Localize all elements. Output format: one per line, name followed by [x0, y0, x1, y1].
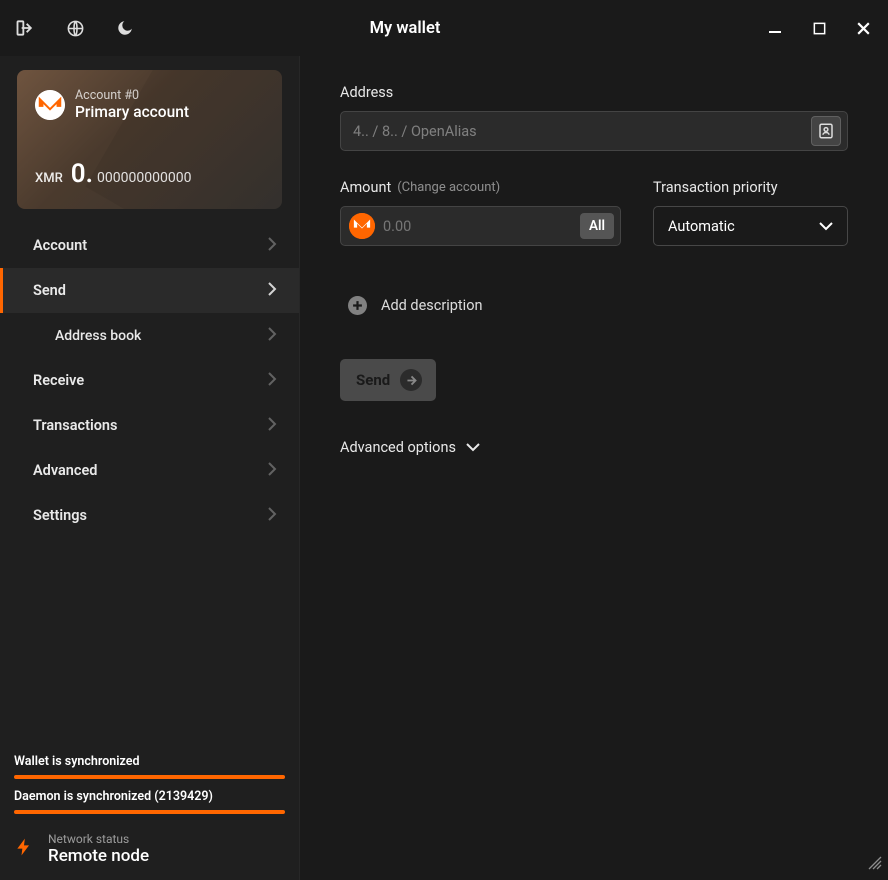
chevron-down-icon [819, 218, 833, 235]
nav-label: Send [33, 282, 66, 299]
address-label: Address [340, 84, 848, 101]
nav-label: Receive [33, 372, 84, 389]
balance-currency: XMR [35, 171, 63, 186]
address-book-button[interactable] [811, 116, 841, 146]
daemon-sync-bar [14, 810, 285, 814]
plus-icon [348, 296, 367, 315]
nav-account[interactable]: Account [0, 223, 299, 268]
account-name: Primary account [75, 103, 189, 121]
account-number-label: Account #0 [75, 88, 189, 103]
send-panel: Address Amount (Change account) All [300, 56, 888, 880]
send-button-label: Send [356, 371, 390, 389]
nav-label: Transactions [33, 417, 117, 434]
resize-handle[interactable] [868, 855, 882, 874]
address-input-wrap [340, 111, 848, 151]
close-button[interactable] [852, 17, 874, 39]
chevron-right-icon [267, 327, 277, 345]
chevron-right-icon [267, 372, 277, 390]
nav-transactions[interactable]: Transactions [0, 403, 299, 448]
nav-label: Address book [55, 328, 141, 344]
sidebar-status: Wallet is synchronized Daemon is synchro… [0, 744, 299, 880]
wallet-sync-status: Wallet is synchronized [14, 754, 285, 769]
all-button[interactable]: All [580, 213, 614, 239]
nav-receive[interactable]: Receive [0, 358, 299, 403]
nav-advanced[interactable]: Advanced [0, 448, 299, 493]
advanced-options-toggle[interactable]: Advanced options [340, 439, 848, 456]
amount-input[interactable] [383, 218, 572, 235]
network-status-label: Network status [48, 832, 149, 846]
network-status-row[interactable]: Network status Remote node [14, 832, 285, 866]
add-description-label: Add description [381, 297, 482, 314]
chevron-right-icon [267, 237, 277, 255]
nav-settings[interactable]: Settings [0, 493, 299, 538]
nav-label: Advanced [33, 462, 97, 479]
lightning-icon [14, 833, 34, 865]
maximize-button[interactable] [808, 17, 830, 39]
balance-integer: 0. [71, 159, 93, 189]
priority-value: Automatic [668, 218, 735, 235]
amount-label: Amount (Change account) [340, 179, 621, 196]
amount-label-text: Amount [340, 179, 391, 196]
balance-decimal: 000000000000 [97, 170, 191, 186]
add-description-button[interactable]: Add description [340, 296, 848, 315]
wallet-sync-bar [14, 775, 285, 779]
nav-label: Settings [33, 507, 87, 524]
chevron-right-icon [267, 417, 277, 435]
address-input[interactable] [353, 123, 811, 140]
minimize-button[interactable] [764, 17, 786, 39]
change-account-link[interactable]: (Change account) [397, 180, 500, 195]
nav-address-book[interactable]: Address book [0, 313, 299, 358]
advanced-options-label: Advanced options [340, 439, 456, 456]
amount-input-wrap: All [340, 206, 621, 246]
logout-icon[interactable] [14, 17, 36, 39]
daemon-sync-status: Daemon is synchronized (2139429) [14, 789, 285, 804]
chevron-right-icon [267, 282, 277, 300]
priority-label: Transaction priority [653, 179, 848, 196]
arrow-right-icon [400, 369, 422, 391]
chevron-right-icon [267, 462, 277, 480]
nav: Account Send Address book Receive [0, 223, 299, 744]
chevron-right-icon [267, 507, 277, 525]
window-title: My wallet [46, 19, 764, 38]
network-status-value: Remote node [48, 846, 149, 866]
nav-label: Account [33, 237, 87, 254]
priority-select[interactable]: Automatic [653, 206, 848, 246]
account-card[interactable]: Account #0 Primary account XMR 0. 000000… [17, 70, 282, 209]
titlebar: My wallet [0, 0, 888, 56]
monero-logo-icon [35, 90, 65, 120]
send-button[interactable]: Send [340, 359, 436, 401]
monero-mini-icon [349, 213, 375, 239]
nav-send[interactable]: Send [0, 268, 299, 313]
chevron-down-icon [466, 439, 480, 456]
sidebar: Account #0 Primary account XMR 0. 000000… [0, 56, 300, 880]
